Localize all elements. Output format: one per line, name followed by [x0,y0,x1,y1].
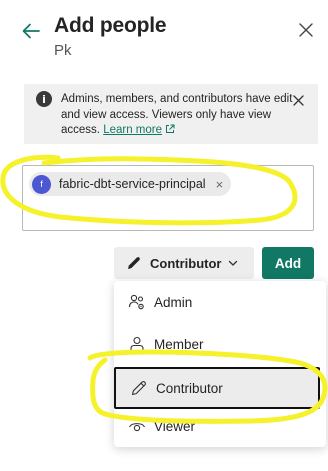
remove-person-button[interactable]: × [216,178,224,191]
dismiss-info-button[interactable] [290,92,306,108]
info-message-text: Admins, members, and contributors have e… [61,93,293,136]
menu-item-viewer[interactable]: Viewer [114,405,326,447]
info-message: Admins, members, and contributors have e… [61,92,293,139]
menu-item-contributor[interactable]: Contributor [114,367,320,409]
page-title: Add people [54,14,167,37]
pencil-icon [128,257,140,269]
info-message-bar: i Admins, members, and contributors have… [24,84,318,144]
role-menu: Admin Member Contributor Viewer [114,281,326,447]
eye-icon [128,417,146,435]
close-icon [299,23,313,37]
menu-item-member[interactable]: Member [114,323,326,365]
person-chip-label: fabric-dbt-service-principal [59,177,206,191]
role-dropdown-label: Contributor [150,255,222,271]
external-link-icon [166,124,175,133]
learn-more-link[interactable]: Learn more [103,124,175,136]
person-icon [128,335,146,353]
info-icon: i [36,91,52,107]
menu-item-admin[interactable]: Admin [114,281,326,323]
menu-item-label: Contributor [156,380,223,396]
role-dropdown-button[interactable]: Contributor [114,247,254,279]
add-button[interactable]: Add [262,247,314,279]
pencil-icon [130,379,148,397]
page-subtitle: Pk [54,42,72,59]
back-button[interactable] [18,18,44,44]
chevron-down-icon [229,260,238,266]
avatar: f [32,174,51,194]
close-button[interactable] [294,18,318,42]
menu-item-label: Viewer [154,418,196,434]
person-chip: f fabric-dbt-service-principal × [29,172,232,196]
menu-item-label: Admin [154,294,193,310]
people-picker-input[interactable]: f fabric-dbt-service-principal × [22,165,314,231]
admin-people-icon [128,293,146,311]
close-icon [292,94,304,106]
menu-item-label: Member [154,336,204,352]
arrow-left-icon [22,23,40,39]
